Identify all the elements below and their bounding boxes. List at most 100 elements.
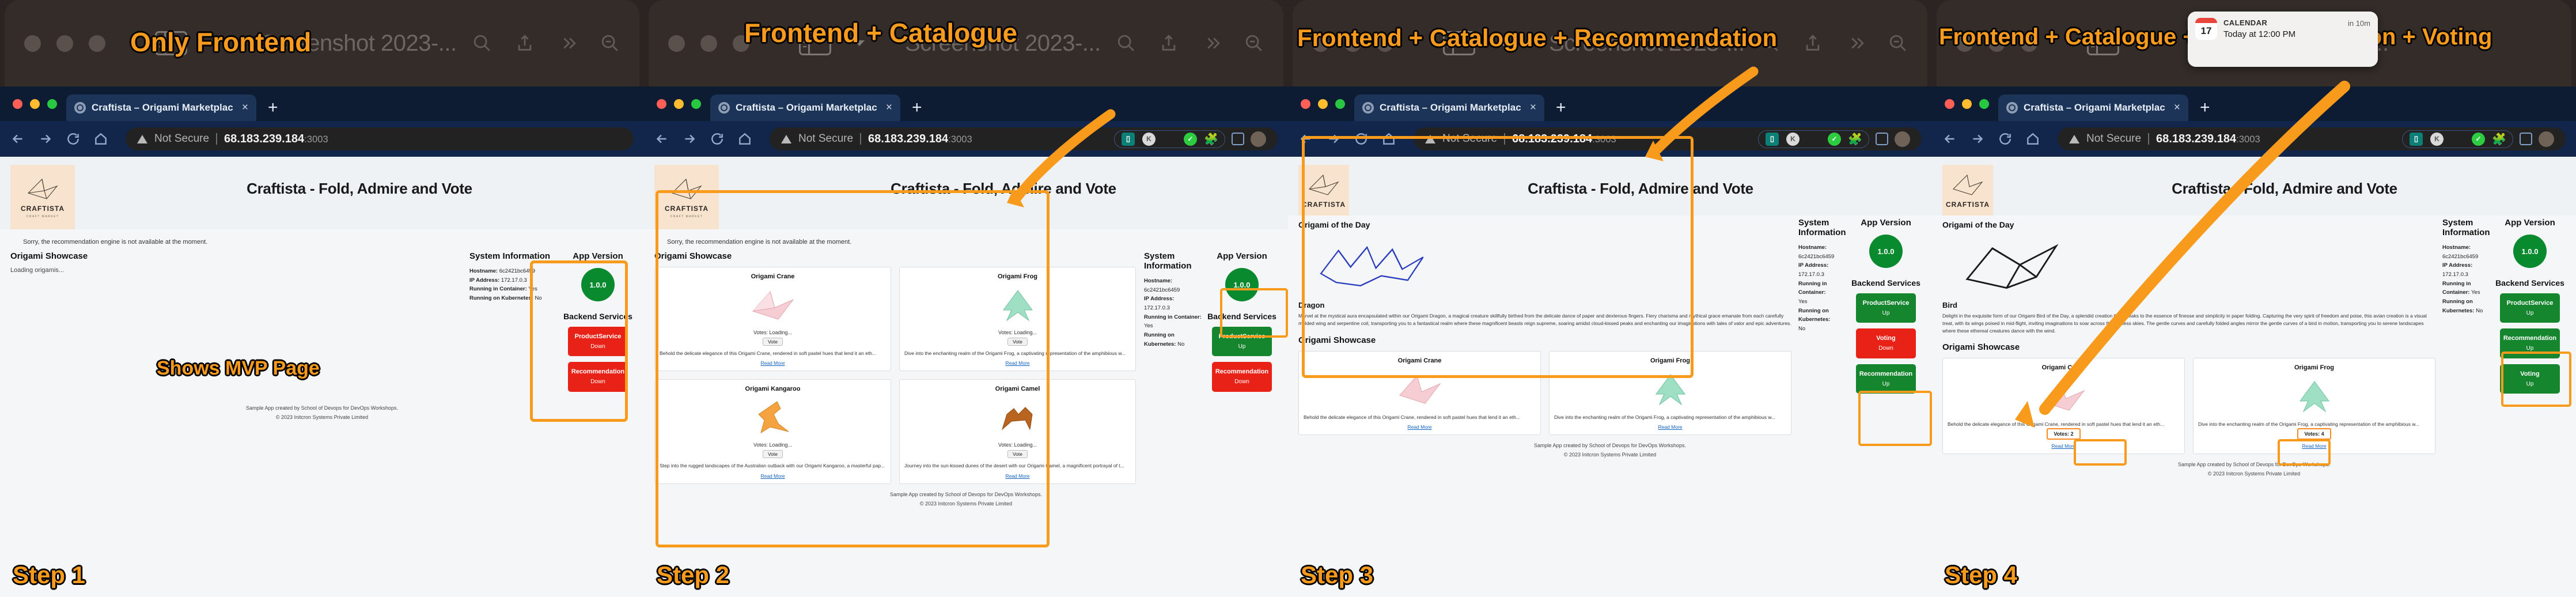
search-icon[interactable] xyxy=(472,33,492,53)
browser-tab[interactable]: Craftista – Origami Marketplac × xyxy=(710,95,900,121)
chrome-maximize-dot[interactable] xyxy=(1979,99,1989,109)
chrome-traffic-lights-2[interactable] xyxy=(657,86,710,121)
chrome-traffic-lights-4[interactable] xyxy=(1945,86,1998,121)
home-icon[interactable] xyxy=(93,131,108,146)
read-more-link[interactable]: Read More xyxy=(2198,443,2430,449)
vote-button[interactable]: Vote xyxy=(1007,338,1028,346)
check-extension-icon[interactable]: ✓ xyxy=(1184,132,1197,146)
side-panel-icon[interactable] xyxy=(2520,133,2532,145)
check-extension-icon[interactable]: ✓ xyxy=(1828,132,1841,146)
more-icon[interactable] xyxy=(1202,33,1221,53)
share-icon[interactable] xyxy=(515,33,535,53)
sync-extension-icon[interactable] xyxy=(2451,132,2464,146)
back-icon[interactable] xyxy=(654,131,669,146)
chrome-maximize-dot[interactable] xyxy=(1335,99,1345,109)
chrome-minimize-dot[interactable] xyxy=(30,99,40,109)
more-icon[interactable] xyxy=(558,33,577,53)
address-bar[interactable]: Not Secure 68.183.239.184:3003 xyxy=(126,127,634,150)
zoom-icon[interactable] xyxy=(600,33,620,53)
side-panel-icon[interactable] xyxy=(1232,133,1244,145)
chrome-maximize-dot[interactable] xyxy=(691,99,701,109)
chrome-close-dot[interactable] xyxy=(1301,99,1310,109)
k-extension-icon[interactable]: K xyxy=(1786,132,1800,146)
side-panel-icon[interactable] xyxy=(1876,133,1888,145)
extensions-pill[interactable]: ▯ K ✓ 🧩 xyxy=(2402,130,2513,148)
read-more-link[interactable]: Read More xyxy=(1948,443,2180,449)
address-bar-3[interactable]: Not Secure 68.183.239.184:3003 ▯ K ✓ 🧩 xyxy=(1414,127,1922,150)
share-icon[interactable] xyxy=(1803,33,1823,53)
zoom-icon[interactable] xyxy=(1244,33,1264,53)
macos-maximize-dot[interactable] xyxy=(89,35,105,52)
macos-minimize-dot[interactable] xyxy=(56,35,73,52)
chrome-maximize-dot[interactable] xyxy=(47,99,57,109)
read-more-link[interactable]: Read More xyxy=(904,360,1131,366)
sync-extension-icon[interactable] xyxy=(1163,132,1176,146)
bitwarden-extension-icon[interactable]: ▯ xyxy=(1766,132,1779,146)
chrome-close-dot[interactable] xyxy=(13,99,22,109)
origami-card[interactable]: Origami Frog Votes: Loading... Vote Dive… xyxy=(899,267,1136,372)
new-tab-button[interactable]: + xyxy=(900,98,934,121)
vote-button[interactable]: Vote xyxy=(762,450,783,459)
macos-close-dot[interactable] xyxy=(668,35,685,52)
origami-card[interactable]: Origami Crane Votes: Loading... Vote Beh… xyxy=(654,267,891,372)
browser-tab[interactable]: Craftista – Origami Marketplac × xyxy=(66,95,256,121)
chrome-minimize-dot[interactable] xyxy=(1962,99,1972,109)
forward-icon[interactable] xyxy=(682,131,697,146)
reload-icon[interactable] xyxy=(710,131,725,146)
chrome-traffic-lights-3[interactable] xyxy=(1301,86,1354,121)
chrome-traffic-lights[interactable] xyxy=(13,86,66,121)
origami-card[interactable]: Origami Frog Dive into the enchanting re… xyxy=(1549,350,1791,435)
avatar[interactable] xyxy=(2539,131,2554,147)
reload-icon[interactable] xyxy=(1354,131,1369,146)
macos-minimize-dot[interactable] xyxy=(700,35,717,52)
browser-tab[interactable]: Craftista – Origami Marketplac × xyxy=(1354,95,1544,121)
read-more-link[interactable]: Read More xyxy=(1554,424,1786,430)
read-more-link[interactable]: Read More xyxy=(660,473,886,479)
chrome-close-dot[interactable] xyxy=(1945,99,1954,109)
vote-button[interactable]: Vote xyxy=(1007,450,1028,459)
back-icon[interactable] xyxy=(1942,131,1957,146)
extensions-pill[interactable]: ▯ K ✓ 🧩 xyxy=(1758,130,1869,148)
sync-extension-icon[interactable] xyxy=(1807,132,1820,146)
vote-button[interactable]: Vote xyxy=(762,338,783,346)
origami-card[interactable]: Origami Crane Behold the delicate elegan… xyxy=(1298,350,1541,435)
new-tab-button[interactable]: + xyxy=(256,98,290,121)
bitwarden-extension-icon[interactable]: ▯ xyxy=(2410,132,2423,146)
macos-close-dot[interactable] xyxy=(24,35,41,52)
back-icon[interactable] xyxy=(10,131,25,146)
reload-icon[interactable] xyxy=(1998,131,2013,146)
extensions-pill[interactable]: ▯ K ✓ 🧩 xyxy=(1114,130,1225,148)
close-tab-icon[interactable]: × xyxy=(242,101,248,114)
read-more-link[interactable]: Read More xyxy=(904,473,1131,479)
zoom-icon[interactable] xyxy=(1888,33,1908,53)
back-icon[interactable] xyxy=(1298,131,1313,146)
chrome-minimize-dot[interactable] xyxy=(1318,99,1328,109)
browser-tab[interactable]: Craftista – Origami Marketplac × xyxy=(1998,95,2188,121)
address-bar-4[interactable]: Not Secure 68.183.239.184:3003 ▯ K ✓ 🧩 xyxy=(2058,127,2566,150)
reload-icon[interactable] xyxy=(66,131,81,146)
more-icon[interactable] xyxy=(1846,33,1865,53)
address-bar-2[interactable]: Not Secure 68.183.239.184:3003 ▯ K ✓ 🧩 xyxy=(770,127,1278,150)
close-tab-icon[interactable]: × xyxy=(1530,101,1536,114)
origami-card[interactable]: Origami Crane Behold the delicate elegan… xyxy=(1942,358,2185,454)
origami-card[interactable]: Origami Camel Votes: Loading... Vote Jou… xyxy=(899,379,1136,484)
k-extension-icon[interactable]: K xyxy=(1142,132,1156,146)
calendar-notification-toast[interactable]: 17 CALENDAR Today at 12:00 PM in 10m xyxy=(2188,12,2378,67)
forward-icon[interactable] xyxy=(1970,131,1985,146)
new-tab-button[interactable]: + xyxy=(2188,98,2222,121)
home-icon[interactable] xyxy=(1381,131,1396,146)
search-icon[interactable] xyxy=(1116,33,1136,53)
bitwarden-extension-icon[interactable]: ▯ xyxy=(1122,132,1135,146)
forward-icon[interactable] xyxy=(1326,131,1341,146)
avatar[interactable] xyxy=(1895,131,1910,147)
read-more-link[interactable]: Read More xyxy=(1304,424,1536,430)
puzzle-extensions-icon[interactable]: 🧩 xyxy=(1204,133,1218,146)
chrome-minimize-dot[interactable] xyxy=(674,99,684,109)
k-extension-icon[interactable]: K xyxy=(2430,132,2444,146)
forward-icon[interactable] xyxy=(38,131,53,146)
macos-traffic-lights-2[interactable] xyxy=(668,35,749,52)
new-tab-button[interactable]: + xyxy=(1544,98,1578,121)
origami-card[interactable]: Origami Kangaroo Votes: Loading... Vote … xyxy=(654,379,891,484)
share-icon[interactable] xyxy=(1159,33,1179,53)
home-icon[interactable] xyxy=(737,131,752,146)
